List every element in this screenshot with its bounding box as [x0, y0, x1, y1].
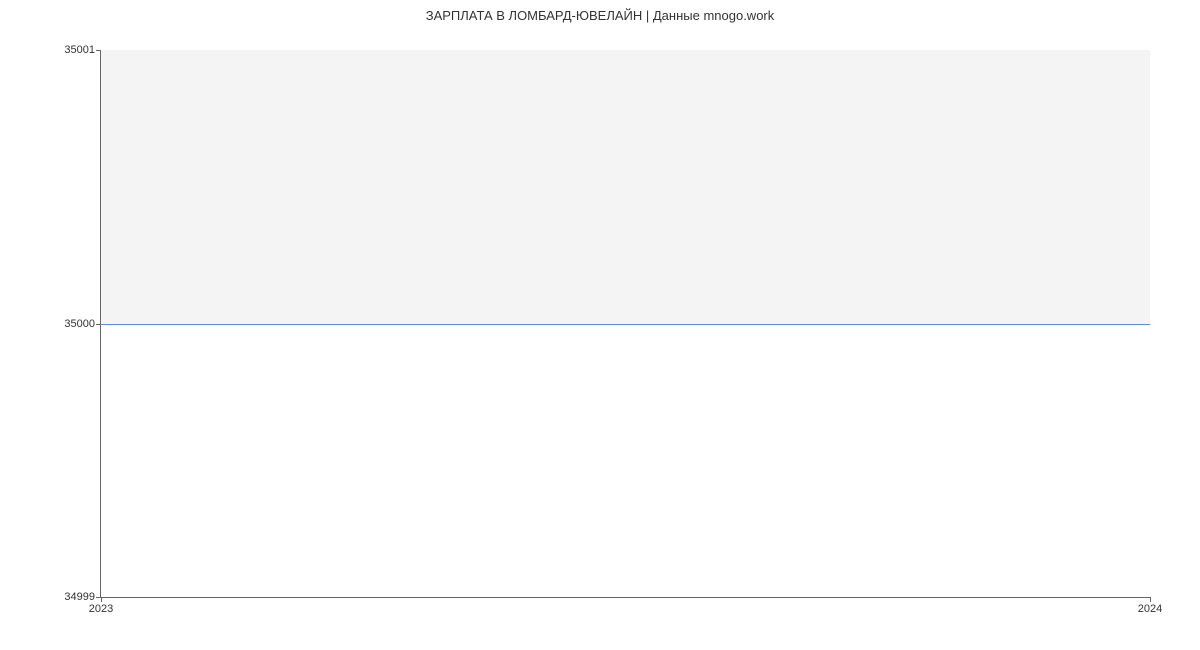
chart-title: ЗАРПЛАТА В ЛОМБАРД-ЮВЕЛАЙН | Данные mnog… [0, 8, 1200, 23]
data-line [101, 324, 1150, 325]
shaded-region [101, 50, 1150, 324]
x-tick-label: 2024 [1138, 603, 1162, 615]
x-tick-label: 2023 [89, 603, 113, 615]
y-tick-label: 35001 [64, 44, 95, 56]
y-tick-label: 34999 [64, 591, 95, 603]
plot-area: 35001 35000 34999 2023 2024 [100, 50, 1150, 598]
y-tick-label: 35000 [64, 318, 95, 330]
